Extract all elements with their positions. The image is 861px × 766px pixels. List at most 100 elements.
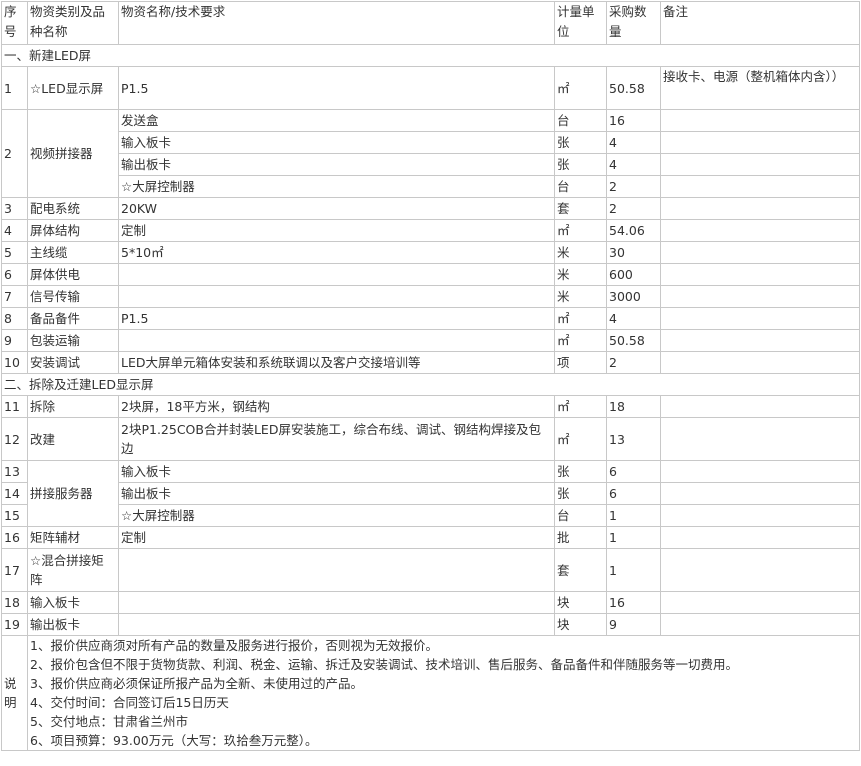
cell-seq: 7 [1, 285, 28, 308]
cell-remark [660, 482, 860, 505]
table-row: 11 拆除 2块屏，18平方米，钢结构 ㎡ 18 [1, 395, 860, 418]
cell-spec: 2块屏，18平方米，钢结构 [118, 395, 555, 418]
cell-spec: 输入板卡 [118, 460, 555, 483]
cell-remark [660, 504, 860, 527]
cell-seq: 13 [1, 460, 28, 483]
table-row: 18 输入板卡 块 16 [1, 591, 860, 614]
cell-remark [660, 395, 860, 418]
cell-category: 屏体供电 [27, 263, 119, 286]
cell-qty: 2 [606, 197, 661, 220]
table-row: 8 备品备件 P1.5 ㎡ 4 [1, 307, 860, 330]
cell-category: 屏体结构 [27, 219, 119, 242]
cell-unit: 套 [554, 548, 607, 592]
cell-spec [118, 263, 555, 286]
table-row: 3 配电系统 20KW 套 2 [1, 197, 860, 220]
cell-qty: 4 [606, 131, 661, 154]
table-row: 6 屏体供电 米 600 [1, 263, 860, 286]
cell-remark [660, 351, 860, 374]
procurement-table: 序号 物资类别及品种名称 物资名称/技术要求 计量单位 采购数量 备注 一、新建… [1, 1, 860, 751]
header-unit: 计量单位 [554, 1, 607, 45]
cell-spec [118, 591, 555, 614]
cell-unit: 米 [554, 241, 607, 264]
cell-category: 安装调试 [27, 351, 119, 374]
cell-qty: 9 [606, 613, 661, 636]
cell-seq: 9 [1, 329, 28, 352]
cell-unit: ㎡ [554, 329, 607, 352]
cell-seq: 5 [1, 241, 28, 264]
cell-remark [660, 263, 860, 286]
cell-remark [660, 591, 860, 614]
table-row: 12 改建 2块P1.25COB合并封装LED屏安装施工，综合布线、调试、钢结构… [1, 417, 860, 461]
cell-remark [660, 131, 860, 154]
cell-category: 包装运输 [27, 329, 119, 352]
note-item: 2、报价包含但不限于货物货款、利润、税金、运输、拆迁及安装调试、技术培训、售后服… [30, 657, 738, 672]
cell-remark [660, 307, 860, 330]
note-item: 6、项目预算：93.00万元（大写：玖拾叁万元整）。 [30, 733, 318, 748]
cell-spec: 定制 [118, 526, 555, 549]
table-row: 1 ☆LED显示屏 P1.5 ㎡ 50.58 接收卡、电源（整机箱体内含）） [1, 66, 860, 110]
cell-category: 拆除 [27, 395, 119, 418]
header-category: 物资类别及品种名称 [27, 1, 119, 45]
notes-label: 说明 [1, 635, 28, 751]
cell-remark: 接收卡、电源（整机箱体内含）） [660, 66, 860, 110]
table-row: 7 信号传输 米 3000 [1, 285, 860, 308]
cell-remark [660, 175, 860, 198]
cell-unit: 米 [554, 263, 607, 286]
cell-unit: ㎡ [554, 395, 607, 418]
cell-unit: 张 [554, 482, 607, 505]
header-seq: 序号 [1, 1, 28, 45]
cell-category: 输入板卡 [27, 591, 119, 614]
section-row: 二、拆除及迁建LED显示屏 [1, 373, 860, 396]
table-row: 13 拼接服务器 输入板卡 张 6 [1, 460, 860, 527]
cell-seq: 10 [1, 351, 28, 374]
cell-unit: ㎡ [554, 66, 607, 110]
cell-remark [660, 285, 860, 308]
header-remark: 备注 [660, 1, 860, 45]
cell-category: 输出板卡 [27, 613, 119, 636]
cell-remark [660, 197, 860, 220]
cell-remark [660, 417, 860, 461]
cell-seq: 17 [1, 548, 28, 592]
cell-unit: ㎡ [554, 417, 607, 461]
cell-seq: 18 [1, 591, 28, 614]
cell-seq: 4 [1, 219, 28, 242]
cell-unit: 米 [554, 285, 607, 308]
cell-category: 信号传输 [27, 285, 119, 308]
cell-category: 视频拼接器 [27, 109, 119, 198]
cell-remark [660, 241, 860, 264]
table-row: 2 视频拼接器 发送盒 台 16 [1, 109, 860, 198]
cell-category: ☆LED显示屏 [27, 66, 119, 110]
cell-spec [118, 548, 555, 592]
table-row: 17 ☆混合拼接矩阵 套 1 [1, 548, 860, 592]
cell-qty: 50.58 [606, 66, 661, 110]
cell-remark [660, 153, 860, 176]
cell-unit: 张 [554, 460, 607, 483]
note-item: 4、交付时间：合同签订后15日历天 [30, 695, 229, 710]
table-row: 输入板卡 张 4 [2, 131, 860, 154]
cell-qty: 54.06 [606, 219, 661, 242]
cell-unit: ㎡ [554, 307, 607, 330]
notes-cell: 1、报价供应商须对所有产品的数量及服务进行报价，否则视为无效报价。 2、报价包含… [27, 635, 860, 751]
cell-seq: 1 [1, 66, 28, 110]
cell-category: 配电系统 [27, 197, 119, 220]
cell-qty: 16 [606, 591, 661, 614]
cell-remark [660, 219, 860, 242]
cell-spec [118, 613, 555, 636]
cell-unit: ㎡ [554, 219, 607, 242]
notes-row: 说明 1、报价供应商须对所有产品的数量及服务进行报价，否则视为无效报价。 2、报… [1, 635, 860, 751]
cell-spec: 发送盒 [118, 109, 555, 132]
cell-unit: 块 [554, 613, 607, 636]
cell-qty: 2 [606, 351, 661, 374]
cell-qty: 50.58 [606, 329, 661, 352]
cell-seq: 16 [1, 526, 28, 549]
cell-seq: 11 [1, 395, 28, 418]
cell-spec: 输出板卡 [118, 153, 555, 176]
table-row: 15 ☆大屏控制器 台 1 [1, 504, 860, 527]
table-row: 9 包装运输 ㎡ 50.58 [1, 329, 860, 352]
cell-spec: ☆大屏控制器 [118, 504, 555, 527]
cell-qty: 1 [606, 526, 661, 549]
cell-spec: 输出板卡 [118, 482, 555, 505]
cell-qty: 4 [606, 153, 661, 176]
cell-unit: 张 [554, 131, 607, 154]
cell-spec: 5*10㎡ [118, 241, 555, 264]
